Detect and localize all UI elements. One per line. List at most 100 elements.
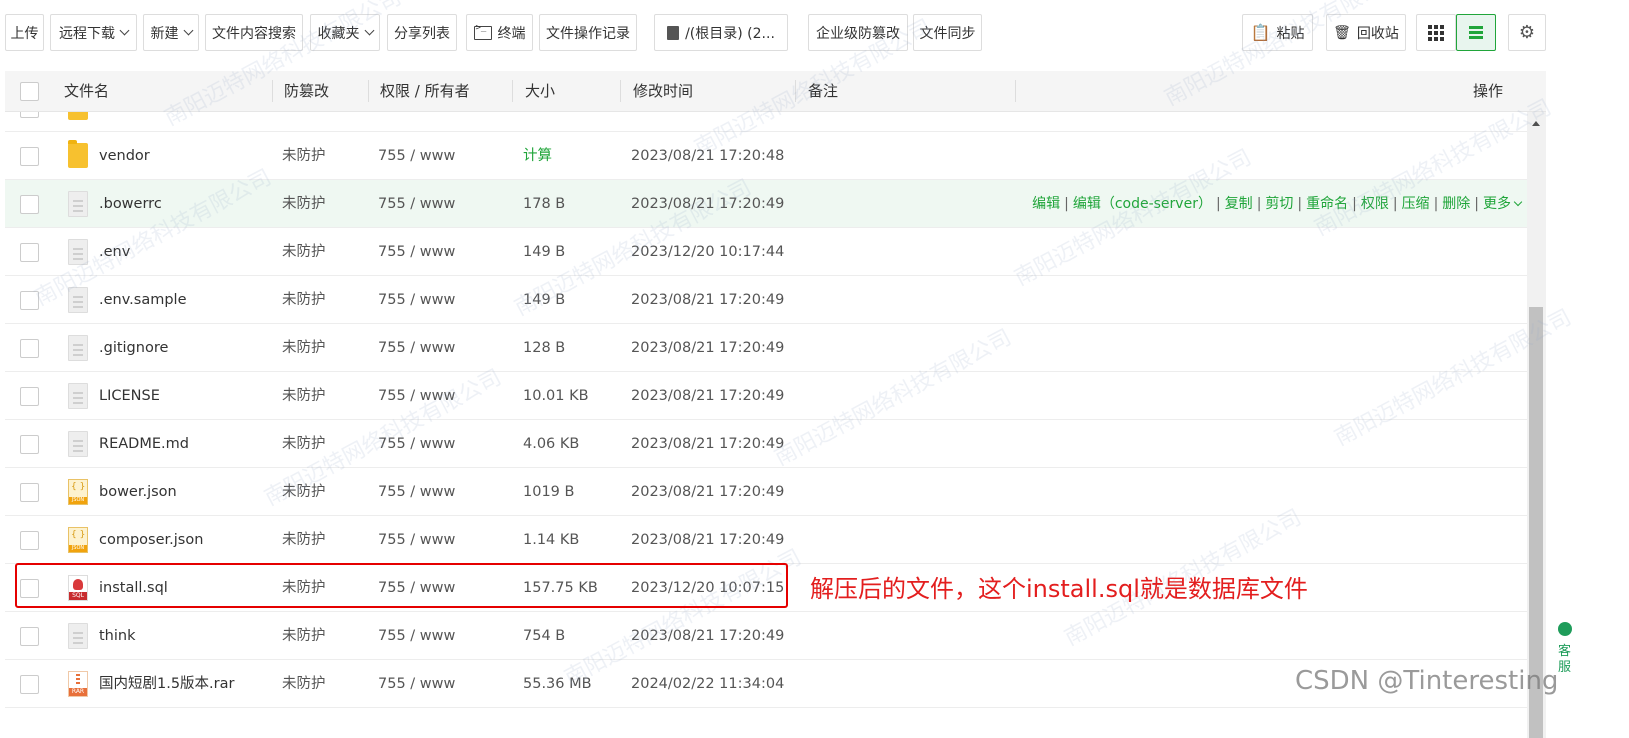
- edit-link[interactable]: 编辑: [1032, 196, 1060, 212]
- permission[interactable]: 755 / www: [378, 372, 455, 420]
- file-name[interactable]: .bowerrc: [99, 180, 162, 228]
- col-perm[interactable]: 权限 / 所有者: [380, 71, 470, 112]
- row-checkbox[interactable]: [20, 387, 39, 406]
- recycle-bin-button[interactable]: 🗑 回收站: [1326, 14, 1406, 51]
- col-name[interactable]: 文件名: [64, 71, 109, 112]
- file-sync-button[interactable]: 文件同步: [913, 14, 982, 51]
- tamper-status: 未防护: [282, 388, 326, 404]
- file-size: 754 B: [523, 628, 566, 644]
- col-note[interactable]: 备注: [808, 71, 838, 112]
- terminal-button[interactable]: 终端: [466, 14, 533, 51]
- customer-service-widget[interactable]: 客服: [1556, 618, 1576, 688]
- permission[interactable]: 755 / www: [378, 180, 455, 228]
- permission[interactable]: 755 / www: [378, 276, 455, 324]
- permission[interactable]: 755 / www: [378, 228, 455, 276]
- permission[interactable]: 755 / www: [378, 468, 455, 516]
- file-name[interactable]: .env: [99, 228, 130, 276]
- permission[interactable]: 755 / www: [378, 420, 455, 468]
- delete-link[interactable]: 删除: [1442, 196, 1470, 212]
- file-name[interactable]: vendor: [99, 132, 150, 180]
- select-all-checkbox[interactable]: [20, 82, 39, 101]
- table-row[interactable]: .bowerrc 未防护 755 / www 178 B 2023/08/21 …: [5, 180, 1527, 228]
- size-calc-link[interactable]: 计算: [523, 132, 552, 180]
- modified-time: 2023/08/21 17:20:49: [631, 628, 785, 644]
- permission-link[interactable]: 权限: [1361, 196, 1389, 212]
- row-checkbox[interactable]: [20, 675, 39, 694]
- file-name[interactable]: bower.json: [99, 468, 177, 516]
- table-row[interactable]: bower.json 未防护 755 / www 1019 B 2023/08/…: [5, 468, 1527, 516]
- file-name[interactable]: README.md: [99, 420, 189, 468]
- favorites-dropdown[interactable]: 收藏夹: [310, 14, 380, 51]
- scroll-up-arrow-icon[interactable]: [1532, 121, 1540, 126]
- file-name[interactable]: think: [99, 612, 136, 660]
- cut-link[interactable]: 剪切: [1265, 196, 1293, 212]
- settings-button[interactable]: ⚙: [1508, 14, 1546, 51]
- file-name[interactable]: .env.sample: [99, 276, 187, 324]
- path-label: /(根目录) (2...: [685, 25, 775, 42]
- new-dropdown[interactable]: 新建: [143, 14, 199, 51]
- row-checkbox[interactable]: [20, 435, 39, 454]
- col-divider: [272, 80, 273, 102]
- file-log-button[interactable]: 文件操作记录: [539, 14, 637, 51]
- row-checkbox[interactable]: [20, 531, 39, 550]
- rename-link[interactable]: 重命名: [1306, 196, 1348, 212]
- edit-code-server-link[interactable]: 编辑（code-server）: [1073, 196, 1212, 212]
- table-row[interactable]: think 未防护 755 / www 754 B 2023/08/21 17:…: [5, 612, 1527, 660]
- table-row[interactable]: LICENSE 未防护 755 / www 10.01 KB 2023/08/2…: [5, 372, 1527, 420]
- folder-icon: [68, 112, 88, 120]
- row-checkbox[interactable]: [20, 195, 39, 214]
- compress-link[interactable]: 压缩: [1402, 196, 1430, 212]
- list-view-button[interactable]: [1456, 14, 1496, 51]
- row-checkbox[interactable]: [20, 112, 39, 118]
- file-name[interactable]: .gitignore: [99, 324, 168, 372]
- row-checkbox[interactable]: [20, 483, 39, 502]
- divider: |: [1297, 196, 1303, 212]
- file-icon: [68, 239, 88, 265]
- tamper-status: 未防护: [282, 196, 326, 212]
- table-row[interactable]: README.md 未防护 755 / www 4.06 KB 2023/08/…: [5, 420, 1527, 468]
- file-size: 4.06 KB: [523, 436, 580, 452]
- grid-view-button[interactable]: [1416, 14, 1456, 51]
- col-divider: [795, 80, 796, 102]
- share-list-button[interactable]: 分享列表: [387, 14, 457, 51]
- col-tamper[interactable]: 防篡改: [284, 71, 329, 112]
- permission[interactable]: 755 / www: [378, 132, 455, 180]
- paste-button[interactable]: 📋 粘贴: [1242, 14, 1313, 51]
- permission[interactable]: 755 / www: [378, 516, 455, 564]
- table-row[interactable]: .gitignore 未防护 755 / www 128 B 2023/08/2…: [5, 324, 1527, 372]
- table-row[interactable]: .env 未防护 755 / www 149 B 2023/12/20 10:1…: [5, 228, 1527, 276]
- row-checkbox[interactable]: [20, 339, 39, 358]
- remote-download-dropdown[interactable]: 远程下载: [50, 14, 137, 51]
- table-row[interactable]: [5, 112, 1527, 132]
- divider: |: [1256, 196, 1262, 212]
- table-row[interactable]: .env.sample 未防护 755 / www 149 B 2023/08/…: [5, 276, 1527, 324]
- permission[interactable]: 755 / www: [378, 612, 455, 660]
- modified-time: 2023/12/20 10:17:44: [631, 244, 785, 260]
- file-icon: [68, 335, 88, 361]
- modified-time: 2023/08/21 17:20:49: [631, 436, 785, 452]
- tamper-status: 未防护: [282, 676, 326, 692]
- table-row[interactable]: vendor 未防护 755 / www 计算 2023/08/21 17:20…: [5, 132, 1527, 180]
- tamper-proof-button[interactable]: 企业级防篡改: [808, 14, 908, 51]
- file-name[interactable]: 国内短剧1.5版本.rar: [99, 660, 234, 708]
- content-search-button[interactable]: 文件内容搜索: [205, 14, 303, 51]
- permission[interactable]: 755 / www: [378, 324, 455, 372]
- table-row[interactable]: composer.json 未防护 755 / www 1.14 KB 2023…: [5, 516, 1527, 564]
- table-header: 文件名 防篡改 权限 / 所有者 大小 修改时间 备注 操作: [5, 71, 1546, 112]
- row-checkbox[interactable]: [20, 291, 39, 310]
- more-link[interactable]: 更多: [1483, 196, 1511, 212]
- file-name[interactable]: LICENSE: [99, 372, 160, 420]
- row-checkbox[interactable]: [20, 147, 39, 166]
- file-name[interactable]: composer.json: [99, 516, 203, 564]
- upload-button[interactable]: 上传: [5, 14, 44, 51]
- permission[interactable]: 755 / www: [378, 660, 455, 708]
- row-checkbox[interactable]: [20, 243, 39, 262]
- col-mtime[interactable]: 修改时间: [633, 71, 693, 112]
- divider: |: [1064, 196, 1069, 212]
- col-size[interactable]: 大小: [525, 71, 555, 112]
- path-button[interactable]: /(根目录) (2...: [654, 14, 788, 51]
- vertical-scrollbar[interactable]: [1527, 112, 1546, 738]
- paste-label: 粘贴: [1276, 25, 1305, 42]
- copy-link[interactable]: 复制: [1225, 196, 1253, 212]
- row-checkbox[interactable]: [20, 627, 39, 646]
